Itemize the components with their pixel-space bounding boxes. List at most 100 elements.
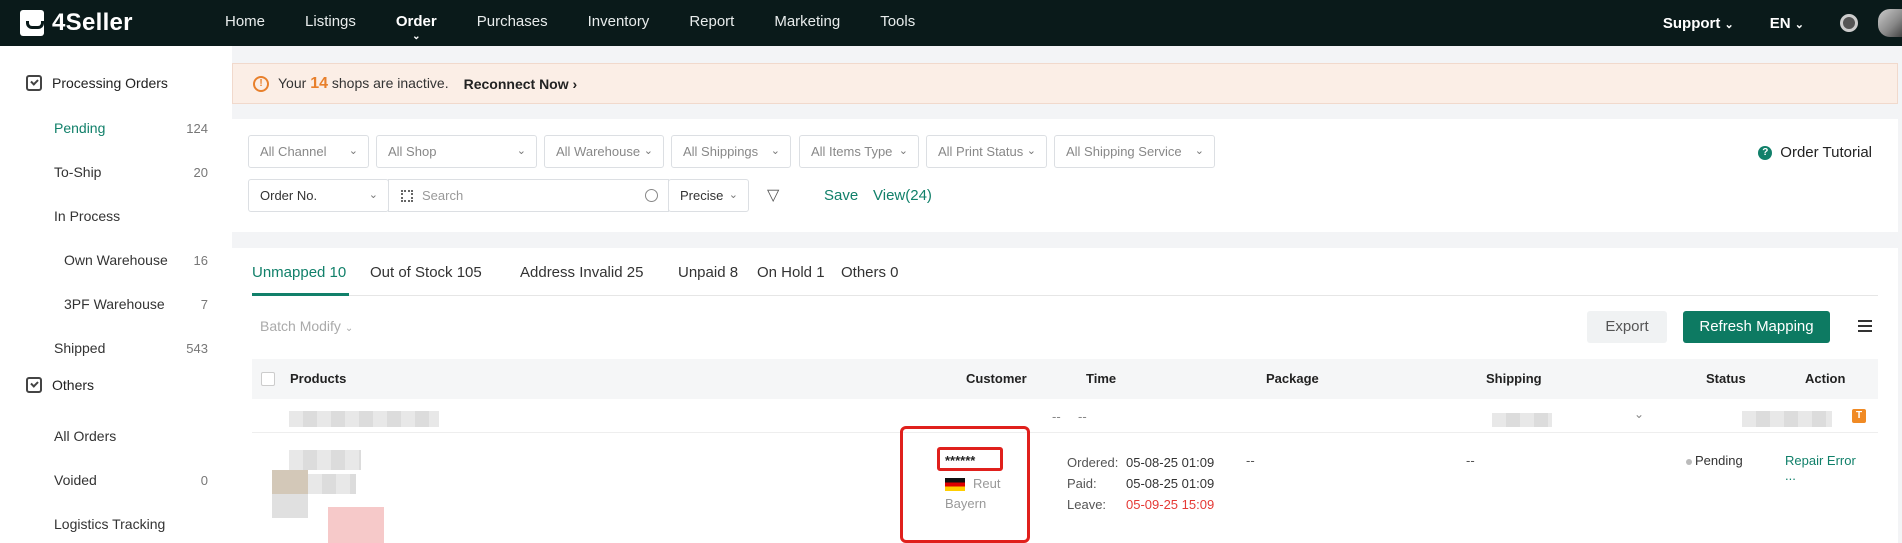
filter-funnel-icon[interactable]: ▽ bbox=[767, 185, 779, 205]
more-actions-link[interactable]: ... bbox=[1785, 468, 1796, 483]
sidebar-group-processing[interactable]: Processing Orders bbox=[26, 75, 168, 91]
chevron-down-icon: ⌄ bbox=[344, 323, 354, 334]
export-button[interactable]: Export bbox=[1587, 311, 1667, 343]
sidebar-item-count: 543 bbox=[186, 340, 208, 356]
items-type-select[interactable]: All Items Type ⌄ bbox=[799, 135, 919, 168]
sidebar-item-own-warehouse[interactable]: Own Warehouse 16 bbox=[0, 245, 232, 275]
ordered-time: 05-08-25 01:09 bbox=[1126, 455, 1215, 470]
repair-error-link[interactable]: Repair Error bbox=[1785, 453, 1856, 468]
print-status-select[interactable]: All Print Status ⌄ bbox=[926, 135, 1047, 168]
sidebar-item-label: Logistics Tracking bbox=[54, 516, 166, 532]
clipboard-check-icon bbox=[26, 377, 42, 393]
settings-gear-icon[interactable] bbox=[1840, 14, 1858, 32]
shop-select[interactable]: All Shop ⌄ bbox=[376, 135, 537, 168]
select-all-checkbox[interactable] bbox=[261, 372, 275, 386]
nav-item-home[interactable]: Home bbox=[205, 0, 285, 46]
banner-message: Your 14 shops are inactive. bbox=[278, 75, 449, 93]
sidebar-item-voided[interactable]: Voided 0 bbox=[0, 465, 232, 495]
nav-item-inventory[interactable]: Inventory bbox=[568, 0, 670, 46]
reconnect-label: Reconnect Now bbox=[463, 75, 569, 92]
precise-select[interactable]: Precise ⌄ bbox=[668, 179, 749, 212]
user-avatar[interactable] bbox=[1878, 9, 1902, 37]
blurred-product-tag bbox=[328, 507, 384, 543]
warning-icon: ! bbox=[253, 75, 269, 92]
chevron-down-icon: ⌄ bbox=[1026, 145, 1036, 157]
nav-item-listings[interactable]: Listings bbox=[285, 0, 376, 46]
shippings-select-value: All Shippings bbox=[683, 144, 759, 159]
sidebar-item-label: 3PF Warehouse bbox=[64, 296, 165, 312]
sidebar-item-3pf-warehouse[interactable]: 3PF Warehouse 7 bbox=[0, 289, 232, 319]
channel-select[interactable]: All Channel ⌄ bbox=[248, 135, 369, 168]
sidebar-item-shipped[interactable]: Shipped 543 bbox=[0, 333, 232, 363]
nav-item-report[interactable]: Report bbox=[669, 0, 754, 46]
sidebar-item-to-ship[interactable]: To-Ship 20 bbox=[0, 157, 232, 187]
sidebar-item-pending[interactable]: Pending 124 bbox=[0, 113, 232, 143]
order-tutorial-link[interactable]: ? Order Tutorial bbox=[1758, 144, 1872, 161]
group-dash: -- bbox=[1078, 409, 1087, 424]
tab-unpaid[interactable]: Unpaid 8 bbox=[678, 264, 738, 281]
column-header-products: Products bbox=[290, 371, 347, 386]
column-header-status: Status bbox=[1706, 371, 1746, 386]
batch-modify-dropdown[interactable]: Batch Modify ⌄ bbox=[260, 318, 353, 334]
chevron-down-icon: ⌄ bbox=[516, 145, 526, 157]
package-value: -- bbox=[1246, 453, 1255, 468]
warehouse-select-value: All Warehouse bbox=[556, 144, 641, 159]
order-no-select[interactable]: Order No. ⌄ bbox=[248, 179, 389, 212]
chevron-down-icon: ⌄ bbox=[412, 31, 421, 42]
blurred-action-info bbox=[1742, 411, 1832, 427]
column-settings-icon[interactable] bbox=[1858, 320, 1872, 332]
sidebar-item-count: 20 bbox=[193, 164, 208, 180]
sidebar-item-logistics-tracking[interactable]: Logistics Tracking bbox=[0, 509, 232, 539]
shippings-select[interactable]: All Shippings ⌄ bbox=[671, 135, 791, 168]
group-dash: -- bbox=[1052, 409, 1061, 424]
product-thumbnail[interactable] bbox=[272, 470, 308, 518]
tab-out-of-stock[interactable]: Out of Stock 105 bbox=[370, 264, 482, 281]
filter-panel: All Channel ⌄ All Shop ⌄ All Warehouse ⌄ Al… bbox=[232, 119, 1898, 232]
logo-icon bbox=[20, 10, 44, 36]
chevron-right-icon: › bbox=[572, 75, 578, 92]
chevron-down-icon[interactable]: ⌄ bbox=[1634, 407, 1644, 421]
tab-address-invalid[interactable]: Address Invalid 25 bbox=[520, 264, 643, 281]
reconnect-now-link[interactable]: Reconnect Now › bbox=[464, 76, 578, 92]
nav-item-marketing[interactable]: Marketing bbox=[754, 0, 860, 46]
support-menu[interactable]: Support ⌄ bbox=[1663, 15, 1734, 32]
orders-panel: Unmapped 10 Out of Stock 105 Address Inv… bbox=[232, 248, 1898, 543]
paid-time: 05-08-25 01:09 bbox=[1126, 476, 1215, 491]
paid-label: Paid: bbox=[1067, 476, 1097, 491]
brand-logo[interactable]: 4Seller bbox=[20, 9, 133, 37]
warehouse-select[interactable]: All Warehouse ⌄ bbox=[544, 135, 664, 168]
sidebar-item-label: Own Warehouse bbox=[64, 252, 168, 268]
nav-item-purchases[interactable]: Purchases bbox=[457, 0, 568, 46]
tab-unmapped[interactable]: Unmapped 10 bbox=[252, 264, 346, 281]
tab-others[interactable]: Others 0 bbox=[841, 264, 899, 281]
tab-on-hold[interactable]: On Hold 1 bbox=[757, 264, 825, 281]
items-type-select-value: All Items Type bbox=[811, 144, 893, 159]
saved-views-link[interactable]: View(24) bbox=[873, 187, 932, 204]
order-search-input[interactable]: Search bbox=[388, 179, 669, 212]
refresh-mapping-button[interactable]: Refresh Mapping bbox=[1683, 311, 1830, 343]
column-header-time: Time bbox=[1086, 371, 1117, 386]
ordered-label: Ordered: bbox=[1067, 455, 1119, 470]
print-status-select-value: All Print Status bbox=[938, 144, 1024, 159]
sidebar-item-count: 16 bbox=[193, 252, 208, 268]
banner-prefix: Your bbox=[278, 74, 307, 91]
clipboard-check-icon bbox=[26, 75, 42, 91]
order-status-tabs: Unmapped 10 Out of Stock 105 Address Inv… bbox=[252, 248, 1878, 296]
scan-grid-icon bbox=[401, 190, 413, 202]
nav-item-tools[interactable]: Tools bbox=[860, 0, 935, 46]
sidebar-item-in-process[interactable]: In Process bbox=[0, 201, 232, 231]
save-filter-link[interactable]: Save bbox=[824, 187, 858, 204]
order-group-row: -- -- ⌄ T bbox=[252, 401, 1878, 433]
shipping-service-select[interactable]: All Shipping Service ⌄ bbox=[1054, 135, 1215, 168]
blurred-product-sku bbox=[308, 474, 356, 494]
blurred-shipping-info bbox=[1492, 413, 1552, 427]
sidebar-item-label: All Orders bbox=[54, 428, 117, 444]
chevron-down-icon: ⌄ bbox=[1194, 145, 1204, 157]
sidebar-item-label: To-Ship bbox=[54, 164, 102, 180]
sidebar-group-others[interactable]: Others bbox=[26, 377, 94, 393]
search-icon[interactable] bbox=[645, 189, 658, 202]
language-menu[interactable]: EN ⌄ bbox=[1770, 15, 1804, 32]
leave-label: Leave: bbox=[1067, 497, 1107, 512]
nav-item-order[interactable]: Order ⌄ bbox=[376, 0, 457, 46]
sidebar-item-all-orders[interactable]: All Orders bbox=[0, 421, 232, 451]
